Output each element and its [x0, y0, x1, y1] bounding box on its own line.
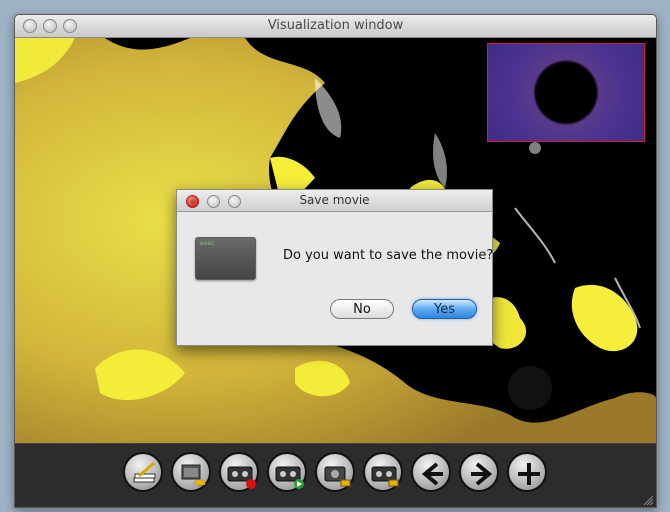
bottom-toolbar: [15, 443, 656, 507]
tape-play-icon: [275, 466, 304, 489]
camera-cylinder-icon: [324, 466, 351, 487]
dialog-titlebar[interactable]: Save movie: [177, 190, 492, 212]
no-button[interactable]: No: [330, 299, 394, 319]
pen-pages-icon: [133, 461, 156, 483]
back-button[interactable]: [411, 452, 451, 492]
exec-terminal-icon: exec: [195, 237, 256, 280]
draw-tool-button[interactable]: [123, 452, 163, 492]
save-movie-button[interactable]: [363, 452, 403, 492]
save-movie-dialog: Save movie exec Do you want to save the …: [176, 189, 493, 346]
arrow-right-icon: [471, 462, 493, 486]
screenshot-button[interactable]: [315, 452, 355, 492]
overview-thumbnail[interactable]: [487, 43, 645, 142]
arrow-left-icon: [421, 462, 443, 486]
exec-icon-label: exec: [200, 240, 215, 247]
window-cylinder-icon: [181, 464, 206, 486]
window-titlebar[interactable]: Visualization window: [15, 15, 656, 38]
layers-button[interactable]: [171, 452, 211, 492]
forward-button[interactable]: [459, 452, 499, 492]
window-title: Visualization window: [267, 18, 404, 33]
record-movie-button[interactable]: [219, 452, 259, 492]
play-movie-button[interactable]: [267, 452, 307, 492]
zoom-in-button[interactable]: [507, 452, 547, 492]
tape-cylinder-icon: [371, 466, 399, 487]
resize-grip-icon[interactable]: [643, 495, 654, 506]
yes-button[interactable]: Yes: [412, 299, 477, 319]
plus-icon: [518, 463, 540, 485]
dialog-title: Save movie: [299, 193, 370, 207]
tape-record-icon: [227, 466, 256, 489]
dialog-message: Do you want to save the movie?: [283, 248, 494, 263]
